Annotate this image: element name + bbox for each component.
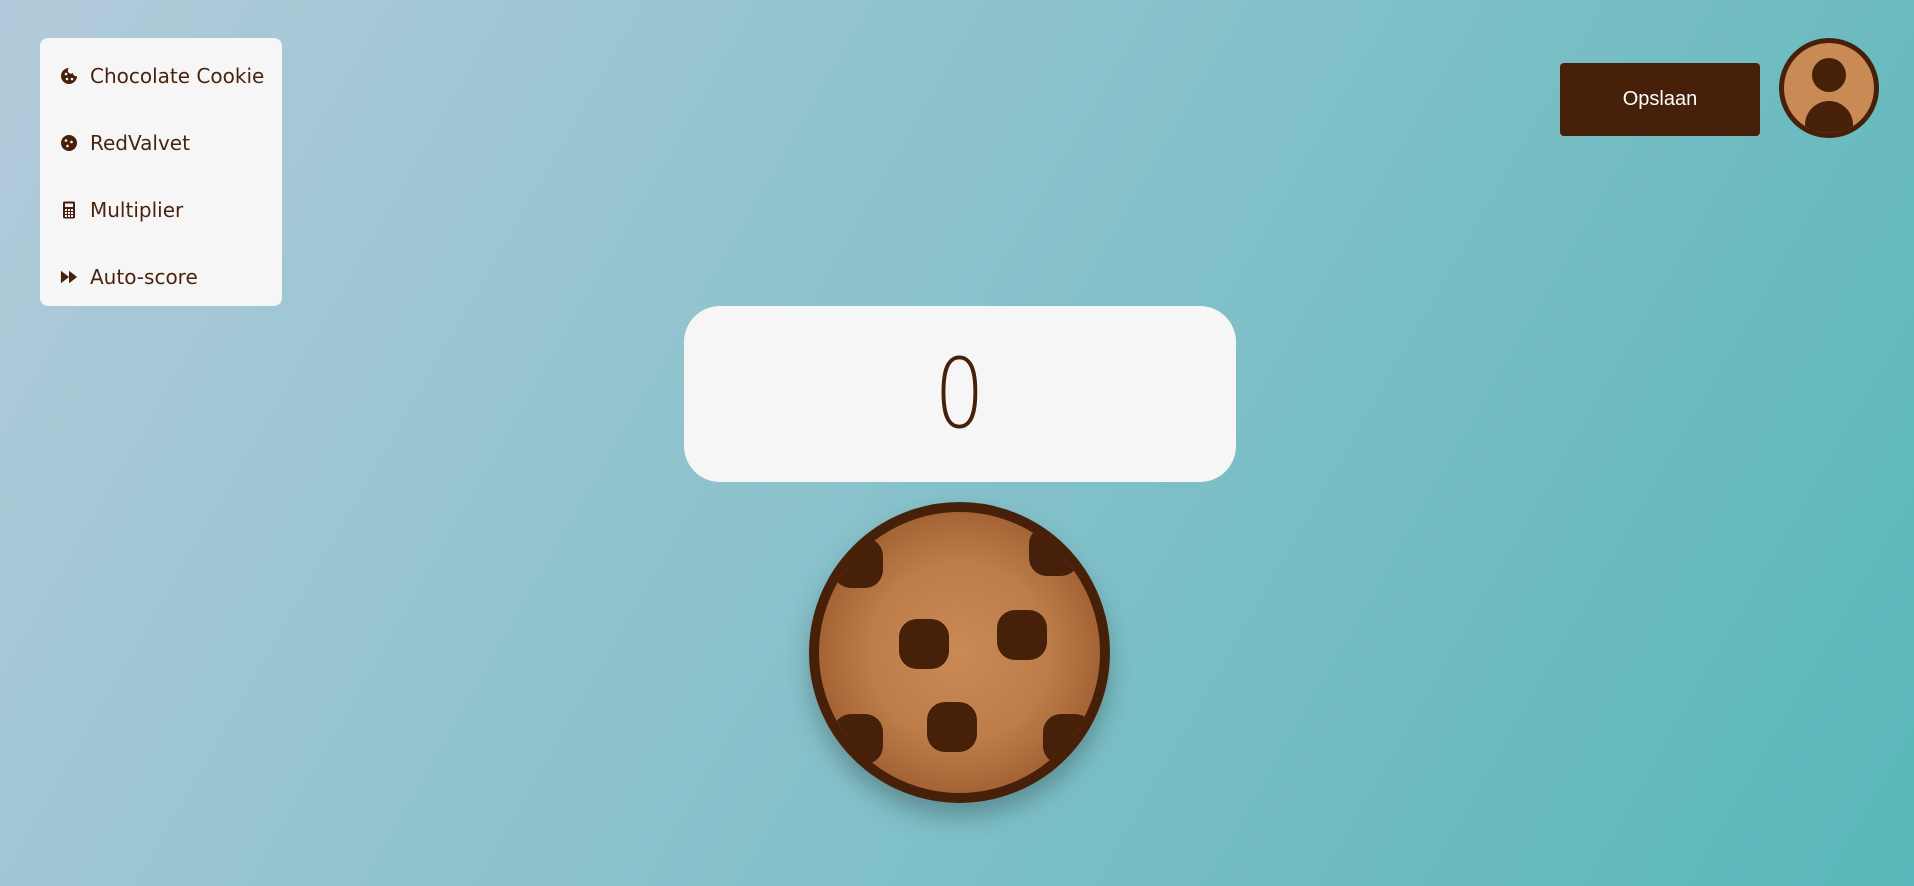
cookie-chip xyxy=(833,714,883,764)
cookie-icon xyxy=(60,134,78,152)
cookie-chip xyxy=(899,619,949,669)
cookie-button[interactable] xyxy=(809,502,1110,803)
menu-item-multiplier[interactable]: Multiplier xyxy=(40,176,282,243)
upgrade-menu: Chocolate Cookie RedValvet Multiplier Au… xyxy=(40,38,282,306)
cookie-chip xyxy=(1029,526,1079,576)
menu-item-label: Multiplier xyxy=(90,197,184,222)
cookie-chip xyxy=(1043,714,1093,764)
cookie-chip xyxy=(833,538,883,588)
calculator-icon xyxy=(60,201,78,219)
save-button[interactable]: Opslaan xyxy=(1560,63,1760,136)
cookie-bite-icon xyxy=(60,67,78,85)
cookie-chip xyxy=(997,610,1047,660)
score-panel: 0 xyxy=(684,306,1236,482)
fast-forward-icon xyxy=(60,268,78,286)
menu-item-auto-score[interactable]: Auto-score xyxy=(40,243,282,310)
score-value: 0 xyxy=(934,338,986,450)
menu-item-label: RedValvet xyxy=(90,130,190,155)
menu-item-redvalvet[interactable]: RedValvet xyxy=(40,109,282,176)
menu-item-chocolate-cookie[interactable]: Chocolate Cookie xyxy=(40,42,282,109)
user-avatar[interactable] xyxy=(1779,38,1879,138)
menu-item-label: Chocolate Cookie xyxy=(90,63,265,88)
menu-item-label: Auto-score xyxy=(90,264,198,289)
user-avatar-icon xyxy=(1805,58,1853,133)
cookie-chip xyxy=(927,702,977,752)
